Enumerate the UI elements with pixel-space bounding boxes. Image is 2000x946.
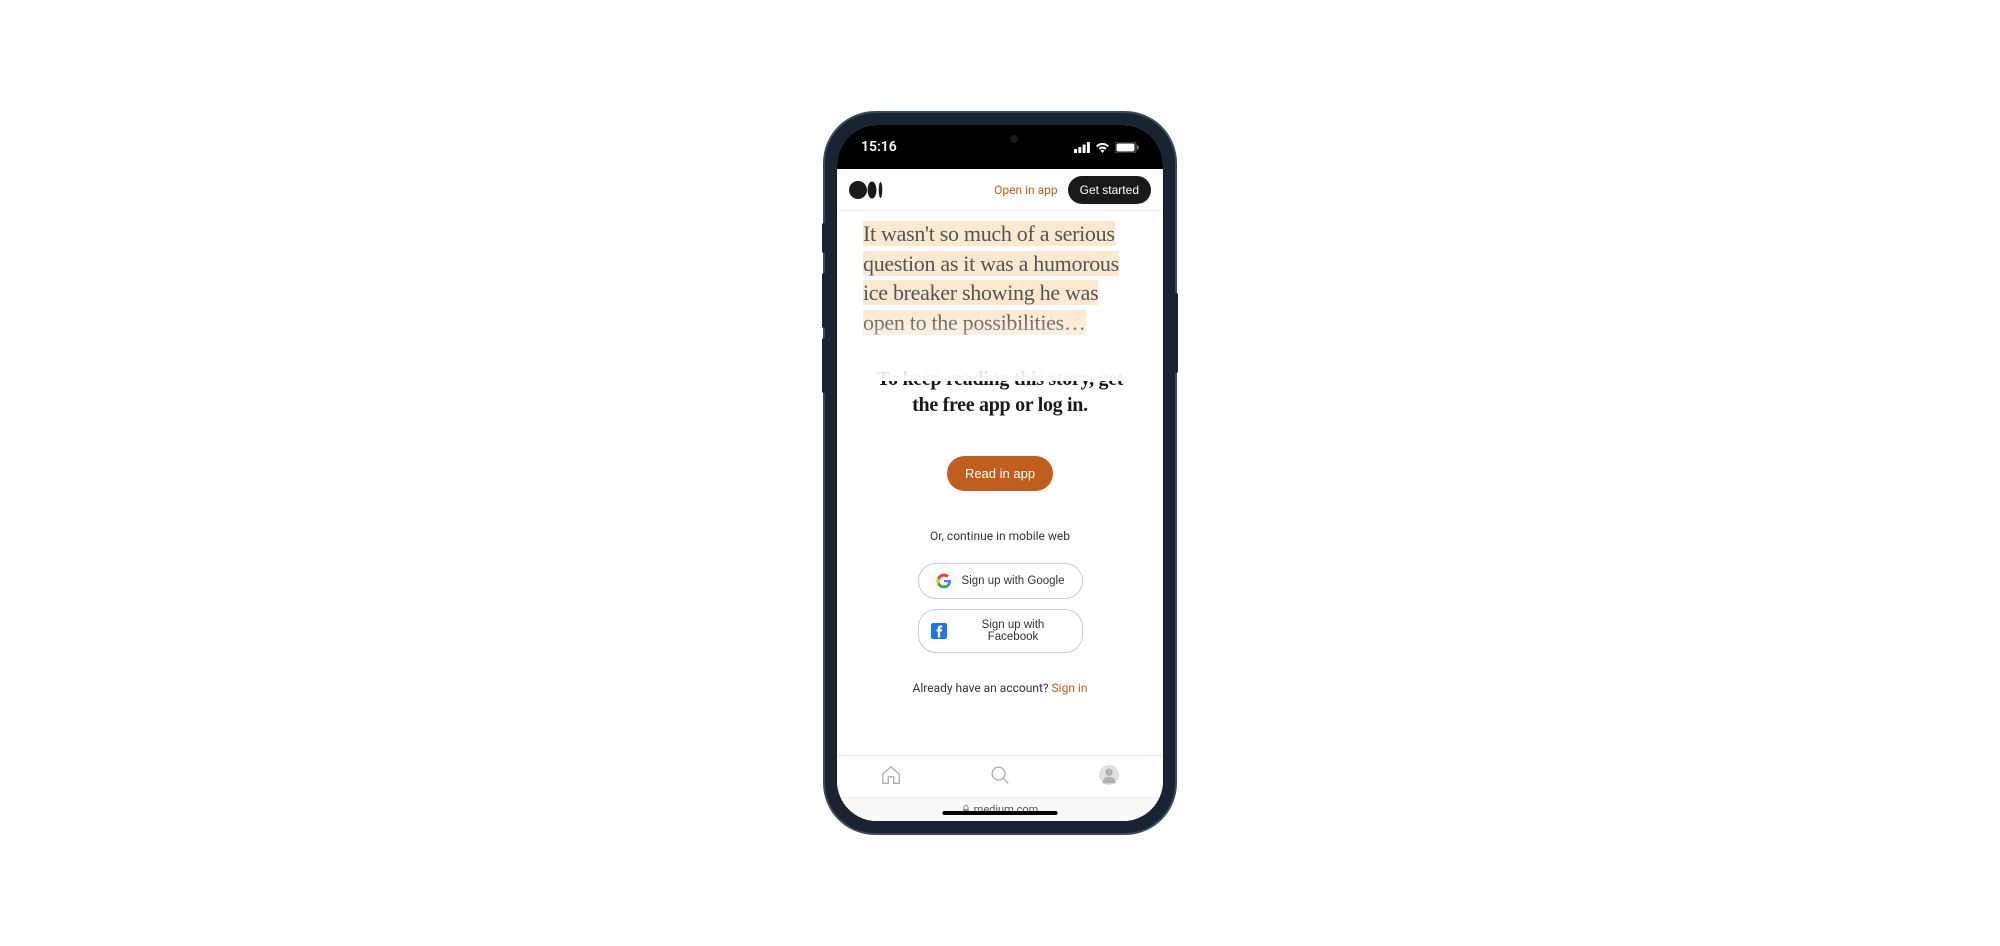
home-indicator[interactable] — [943, 811, 1058, 815]
header-actions: Open in app Get started — [994, 176, 1151, 204]
article-preview: It wasn't so much of a serious question … — [837, 211, 1163, 346]
battery-icon — [1115, 142, 1139, 153]
app-header: Open in app Get started — [837, 169, 1163, 211]
signin-link[interactable]: Sign in — [1052, 681, 1088, 695]
phone-notch — [935, 125, 1065, 153]
existing-account-text: Already have an account? — [913, 681, 1052, 695]
cellular-signal-icon — [1074, 142, 1090, 153]
search-icon — [989, 764, 1011, 786]
paywall-heading: To keep reading this story, get the free… — [867, 366, 1133, 418]
phone-volume-up — [822, 273, 825, 328]
get-started-button[interactable]: Get started — [1068, 176, 1151, 204]
status-icons — [1074, 142, 1139, 153]
read-in-app-button[interactable]: Read in app — [947, 456, 1053, 491]
signup-facebook-button[interactable]: Sign up with Facebook — [918, 609, 1083, 653]
profile-tab[interactable] — [1098, 764, 1120, 790]
home-tab[interactable] — [880, 764, 902, 790]
status-time: 15:16 — [861, 139, 897, 155]
signup-facebook-label: Sign up with Facebook — [957, 619, 1070, 643]
phone-screen: 15:16 Open in app Get started It wasn't … — [837, 125, 1163, 821]
signup-google-label: Sign up with Google — [962, 575, 1065, 587]
open-in-app-link[interactable]: Open in app — [994, 183, 1058, 197]
phone-power-button — [1175, 293, 1178, 373]
phone-mute-switch — [822, 223, 825, 253]
home-icon — [880, 764, 902, 786]
content-area: It wasn't so much of a serious question … — [837, 211, 1163, 755]
medium-logo-icon[interactable] — [849, 179, 887, 201]
phone-volume-down — [822, 338, 825, 393]
signup-google-button[interactable]: Sign up with Google — [918, 563, 1083, 599]
paywall-section: To keep reading this story, get the free… — [837, 346, 1163, 695]
signin-prompt: Already have an account? Sign in — [867, 681, 1133, 695]
profile-icon — [1098, 764, 1120, 786]
bottom-tab-bar — [837, 755, 1163, 797]
browser-url-bar[interactable]: medium.com — [837, 797, 1163, 821]
wifi-icon — [1095, 142, 1110, 153]
google-icon — [936, 573, 952, 589]
facebook-icon — [931, 623, 947, 639]
phone-device-frame: 15:16 Open in app Get started It wasn't … — [825, 113, 1175, 833]
continue-in-web-label: Or, continue in mobile web — [867, 529, 1133, 543]
article-highlighted-text: It wasn't so much of a serious question … — [863, 219, 1137, 338]
search-tab[interactable] — [989, 764, 1011, 790]
